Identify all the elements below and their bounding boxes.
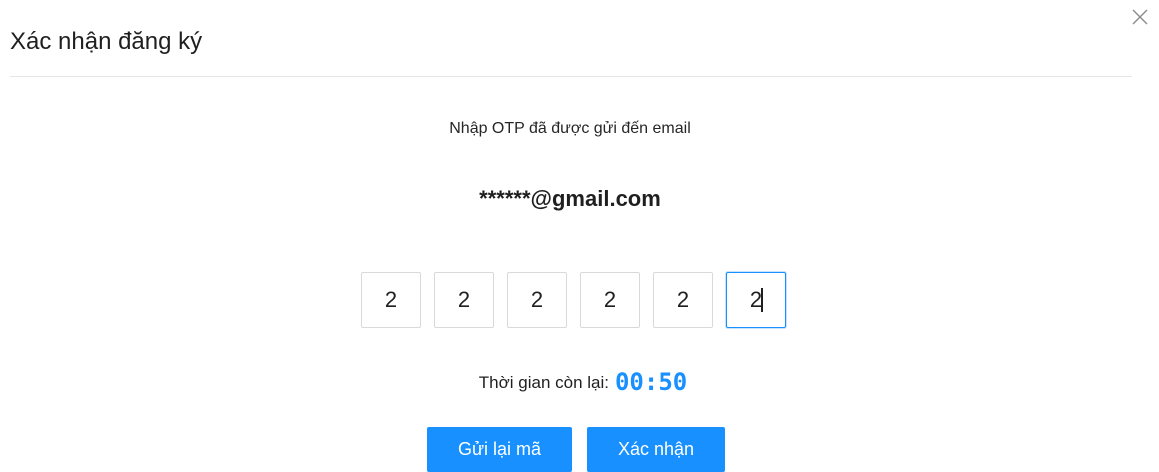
otp-digit-5[interactable] [653, 272, 713, 328]
otp-digit-4[interactable] [580, 272, 640, 328]
close-icon[interactable] [1129, 6, 1151, 28]
modal-actions: Gửi lại mã Xác nhận [427, 427, 725, 472]
text-caret [761, 288, 763, 312]
modal-header: Xác nhận đăng ký [10, 0, 1132, 77]
otp-digit-6-wrapper [726, 272, 786, 328]
otp-digit-2[interactable] [434, 272, 494, 328]
otp-input-group [361, 272, 786, 328]
masked-email: ******@gmail.com [479, 186, 661, 211]
modal-title: Xác nhận đăng ký [10, 28, 203, 55]
otp-digit-6[interactable] [726, 272, 786, 328]
otp-instruction: Nhập OTP đã được gửi đến email [449, 120, 691, 137]
otp-digit-3[interactable] [507, 272, 567, 328]
otp-verification-modal: Xác nhận đăng ký Nhập OTP đã được gửi đế… [0, 0, 1159, 472]
timer-label: Thời gian còn lại: [478, 373, 609, 392]
otp-digit-1[interactable] [361, 272, 421, 328]
confirm-button[interactable]: Xác nhận [587, 427, 725, 472]
resend-code-button[interactable]: Gửi lại mã [427, 427, 572, 472]
countdown-row: Thời gian còn lại: 00:50 [0, 368, 1159, 396]
timer-value: 00:50 [614, 368, 688, 396]
